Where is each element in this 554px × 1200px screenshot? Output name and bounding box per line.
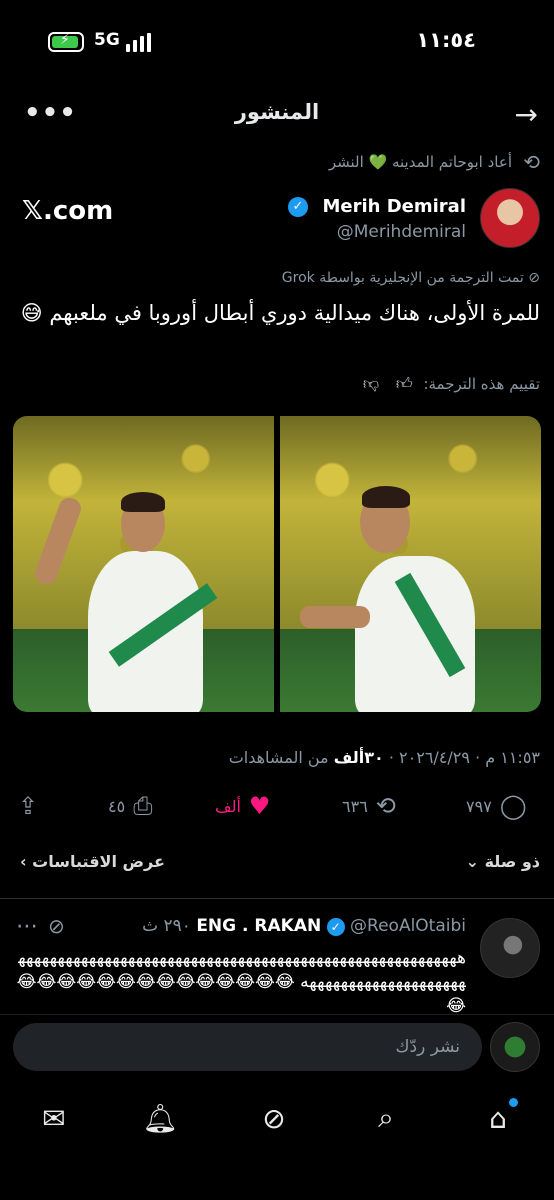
status-time: ١١:٥٤ xyxy=(416,28,476,52)
chevron-left-icon: ‹ xyxy=(20,852,27,871)
verified-badge-icon: ✓ xyxy=(326,918,345,936)
view-quotes-label: عرض الاقتباسات xyxy=(32,852,165,871)
views-label: من المشاهدات xyxy=(228,748,329,767)
home-icon[interactable]: ⌂ xyxy=(468,1088,528,1148)
action-bar: ⇪ ٤٥ ⎙ ألف ♥ ٦٣٦ ⟲ ٧٩٧ ◯ xyxy=(0,792,554,826)
rate-label: تقييم هذه الترجمة: xyxy=(423,375,540,393)
author-handle[interactable]: @Merihdemiral xyxy=(337,222,466,242)
reply-author-name[interactable]: ENG . RAKAN xyxy=(196,916,321,936)
post-photo-2[interactable] xyxy=(280,416,541,712)
verified-badge-icon: ✓ xyxy=(288,197,308,217)
share-icon: ⇪ xyxy=(18,792,39,820)
reply-button[interactable]: ٧٩٧ ◯ xyxy=(466,792,527,820)
repost-icon: ⟲ xyxy=(523,150,540,174)
comment-icon: ◯ xyxy=(499,792,527,820)
repost-action-icon: ⟲ xyxy=(375,792,396,820)
reply-text: هههههههههههههههههههههههههههههههههههههههه… xyxy=(16,948,466,1016)
author-name[interactable]: Merih Demiral xyxy=(322,196,466,217)
grok-icon[interactable]: ⊘ xyxy=(48,914,65,938)
sort-row: ‹ عرض الاقتباسات ذو صلة ⌄ xyxy=(0,852,554,878)
thumbs-up-icon[interactable]: 👍︎ xyxy=(396,374,413,393)
like-button[interactable]: ألف ♥ xyxy=(215,792,270,820)
bottom-nav: ✉ 🔔︎ ⊘ ⌕ ⌂ xyxy=(0,1088,554,1148)
notifications-icon[interactable]: 🔔︎ xyxy=(130,1088,190,1148)
views-count: ٣٠ألف xyxy=(333,748,384,767)
signal-icon xyxy=(126,32,151,52)
reply-header: ENG . RAKAN ✓ @ReoAlOtaibi ٢٩٠ ث xyxy=(142,916,466,936)
bookmark-count: ٤٥ xyxy=(108,796,126,816)
reply-input[interactable] xyxy=(13,1023,482,1071)
search-icon[interactable]: ⌕ xyxy=(356,1088,416,1148)
post-datetime: ١١:٥٣ م · ٢٠٢٦/٤/٢٩ · xyxy=(388,748,540,767)
reply-avatar[interactable] xyxy=(480,918,540,978)
translation-note-text: تمت الترجمة من الإنجليزية بواسطة Grok xyxy=(281,270,524,286)
reply-count: ٧٩٧ xyxy=(466,796,492,816)
view-quotes-link[interactable]: ‹ عرض الاقتباسات xyxy=(20,852,165,871)
avatar[interactable] xyxy=(480,188,540,248)
grok-tab-icon[interactable]: ⊘ xyxy=(244,1088,304,1148)
chevron-down-icon: ⌄ xyxy=(465,852,479,871)
sort-label: ذو صلة xyxy=(484,852,540,871)
translation-note[interactable]: ⊘ تمت الترجمة من الإنجليزية بواسطة Grok xyxy=(282,270,540,286)
status-bar: ⚡ 5G ١١:٥٤ xyxy=(0,28,554,58)
rate-translation: تقييم هذه الترجمة: 👍︎ 👎︎ xyxy=(357,374,540,394)
repost-context[interactable]: أعاد ابوحاتم المدينه 💚 النشر xyxy=(329,153,512,171)
notification-dot xyxy=(509,1098,518,1107)
post-photo-1[interactable] xyxy=(13,416,274,712)
watermark: 𝕏.com xyxy=(22,196,114,226)
reply-handle[interactable]: @ReoAlOtaibi xyxy=(350,916,466,936)
battery-icon: ⚡ xyxy=(48,32,84,52)
sort-dropdown[interactable]: ذو صلة ⌄ xyxy=(466,852,540,871)
heart-icon: ♥ xyxy=(248,792,271,820)
thumbs-down-icon[interactable]: 👎︎ xyxy=(363,374,379,393)
network-type: 5G xyxy=(94,30,120,50)
post-meta: ١١:٥٣ م · ٢٠٢٦/٤/٢٩ · ٣٠ألف من المشاهدات xyxy=(229,748,540,767)
page-title: المنشور xyxy=(234,100,320,124)
messages-icon[interactable]: ✉ xyxy=(24,1088,84,1148)
like-count: ألف xyxy=(215,796,241,816)
arrow-right-icon[interactable]: → xyxy=(515,98,538,131)
bookmark-icon: ⎙ xyxy=(133,792,153,820)
divider xyxy=(0,898,554,899)
repost-count: ٦٣٦ xyxy=(342,796,368,816)
reply-composer[interactable] xyxy=(13,1023,482,1071)
reply-age: ٢٩٠ ث xyxy=(142,916,191,936)
post-text: للمرة الأولى، هناك ميدالية دوري أبطال أو… xyxy=(20,301,540,325)
my-avatar[interactable] xyxy=(490,1022,540,1072)
repost-button[interactable]: ٦٣٦ ⟲ xyxy=(342,792,396,820)
grok-icon: ⊘ xyxy=(528,270,540,286)
more-icon[interactable]: ⋯ xyxy=(16,914,38,939)
bookmark-button[interactable]: ٤٥ ⎙ xyxy=(108,792,152,820)
share-button[interactable]: ⇪ xyxy=(18,792,38,820)
